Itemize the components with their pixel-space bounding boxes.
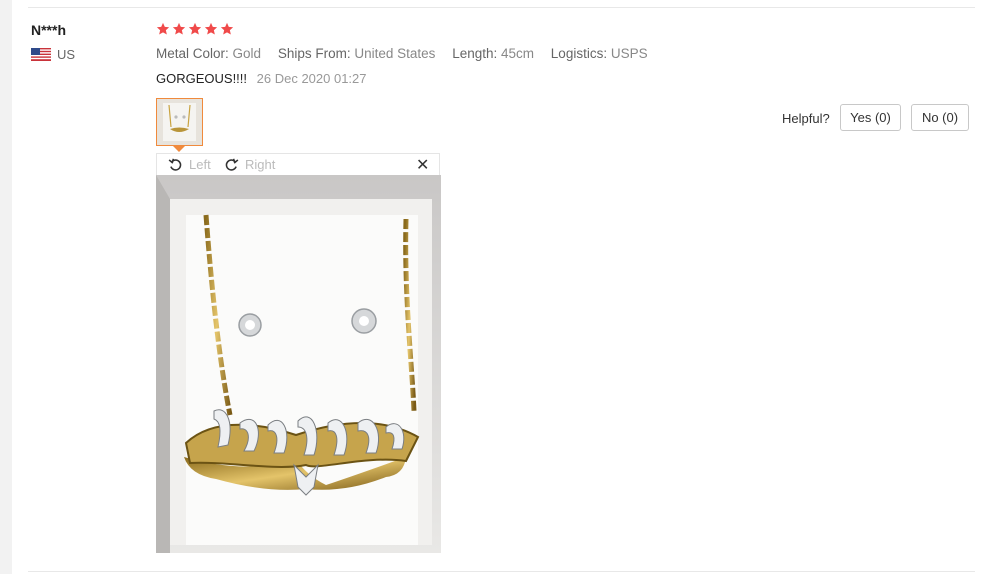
review-text: GORGEOUS!!!!: [156, 71, 248, 86]
rotate-left-button[interactable]: Left: [167, 156, 211, 173]
review-attributes: Metal Color: Gold Ships From: United Sta…: [156, 46, 661, 61]
rotate-right-label: Right: [245, 157, 276, 172]
attr-label: Ships From:: [277, 46, 351, 61]
attr-logistics: Logistics: USPS: [551, 46, 648, 61]
attr-metal-color: Metal Color: Gold: [156, 46, 261, 61]
page-left-stripe: [0, 0, 12, 574]
close-viewer-button[interactable]: ✕: [416, 155, 429, 175]
attr-value: Gold: [232, 46, 262, 61]
rotate-left-label: Left: [189, 157, 211, 172]
star-icon: [188, 22, 202, 35]
star-icon: [220, 22, 234, 35]
review-photo-thumbnail[interactable]: [156, 98, 203, 146]
star-icon: [204, 22, 218, 35]
review-photo: [156, 175, 441, 553]
attr-length: Length: 45cm: [452, 46, 534, 61]
attr-label: Length:: [452, 46, 498, 61]
attr-label: Logistics:: [550, 46, 608, 61]
reviewer-name: N***h: [31, 22, 67, 38]
attr-ships-from: Ships From: United States: [278, 46, 436, 61]
star-icon: [172, 22, 186, 35]
reviewer-country: US: [31, 47, 75, 62]
rotate-right-button[interactable]: Right: [223, 156, 275, 173]
thumbnail-pointer: [173, 146, 185, 152]
review-date: 26 Dec 2020 01:27: [256, 71, 367, 86]
helpful-label: Helpful?: [782, 111, 830, 126]
helpful-yes-button[interactable]: Yes (0): [840, 104, 901, 131]
star-rating: [156, 22, 234, 36]
attr-value: USPS: [610, 46, 648, 61]
review-body: GORGEOUS!!!! 26 Dec 2020 01:27: [156, 71, 367, 86]
rotate-left-icon: [168, 158, 182, 171]
us-flag-icon: [31, 48, 51, 61]
attr-label: Metal Color:: [156, 46, 229, 61]
star-icon: [156, 22, 170, 35]
thumbnail-image: [157, 99, 202, 145]
helpful-no-button[interactable]: No (0): [911, 104, 969, 131]
photo-viewer-toolbar: Left Right ✕: [156, 153, 440, 175]
rotate-right-icon: [225, 158, 239, 171]
divider-top: [28, 7, 975, 8]
country-code: US: [57, 47, 76, 62]
attr-value: United States: [354, 46, 436, 61]
attr-value: 45cm: [501, 46, 535, 61]
divider-bottom: [28, 571, 975, 572]
